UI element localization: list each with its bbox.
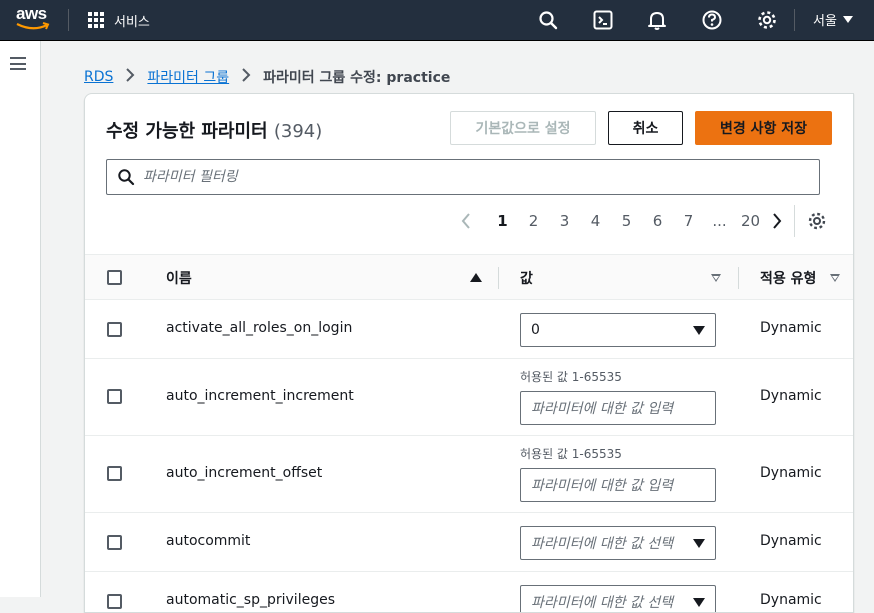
value-select-placeholder: 파라미터에 대한 값 선택 bbox=[531, 536, 674, 552]
parameter-name: auto_increment_offset bbox=[166, 465, 323, 481]
reset-to-default-button[interactable]: 기본값으로 설정 bbox=[450, 111, 596, 145]
page-20-button[interactable]: 20 bbox=[735, 210, 766, 232]
services-label: 서비스 bbox=[114, 14, 150, 30]
apply-type: Dynamic bbox=[760, 592, 822, 608]
breadcrumb-rds-link[interactable]: RDS bbox=[84, 69, 113, 85]
sort-descending-icon[interactable] bbox=[830, 274, 840, 282]
table-row[interactable]: automatic_sp_privileges 파라미터에 대한 값 선택 Dy… bbox=[85, 572, 853, 612]
value-select[interactable]: 파라미터에 대한 값 선택 bbox=[520, 526, 716, 560]
value-select-text: 0 bbox=[531, 322, 540, 338]
filter-input[interactable] bbox=[143, 169, 793, 185]
value-input-placeholder: 파라미터에 대한 값 입력 bbox=[531, 401, 674, 417]
aws-logo[interactable]: aws bbox=[16, 5, 52, 33]
region-selector[interactable]: 서울 bbox=[813, 10, 853, 29]
value-select[interactable]: 파라미터에 대한 값 선택 bbox=[520, 585, 716, 612]
column-header-apply-type[interactable]: 적용 유형 bbox=[760, 255, 840, 301]
parameter-filter[interactable] bbox=[106, 159, 820, 195]
table-row[interactable]: activate_all_roles_on_login 0 Dynamic bbox=[85, 300, 853, 359]
row-checkbox[interactable] bbox=[107, 535, 122, 550]
page-5-button[interactable]: 5 bbox=[611, 210, 642, 232]
previous-page-icon[interactable] bbox=[457, 210, 475, 232]
table-header: 이름 값 적용 유형 bbox=[85, 254, 853, 301]
table-row[interactable]: auto_increment_offset 허용된 값 1-65535 파라미터… bbox=[85, 436, 853, 513]
menu-hamburger-icon[interactable] bbox=[10, 57, 26, 70]
parameter-name: activate_all_roles_on_login bbox=[166, 320, 353, 336]
column-name-label: 이름 bbox=[166, 271, 192, 287]
page-7-button[interactable]: 7 bbox=[673, 210, 704, 232]
value-select[interactable]: 0 bbox=[520, 313, 716, 347]
chevron-right-icon bbox=[241, 68, 251, 86]
parameter-name: automatic_sp_privileges bbox=[166, 592, 335, 608]
select-all-checkbox[interactable] bbox=[107, 270, 122, 285]
page-6-button[interactable]: 6 bbox=[642, 210, 673, 232]
pagination: 1 2 3 4 5 6 7 ... 20 bbox=[457, 210, 786, 232]
column-divider bbox=[738, 267, 739, 289]
apply-type: Dynamic bbox=[760, 388, 822, 404]
sort-ascending-icon[interactable] bbox=[470, 273, 482, 282]
apply-type: Dynamic bbox=[760, 320, 822, 336]
column-header-value[interactable]: 값 bbox=[520, 255, 720, 301]
table-preferences-gear-icon[interactable] bbox=[807, 211, 827, 231]
column-header-name[interactable]: 이름 bbox=[166, 255, 486, 301]
value-input[interactable]: 파라미터에 대한 값 입력 bbox=[520, 391, 716, 425]
column-apply-type-label: 적용 유형 bbox=[760, 271, 817, 287]
table-row[interactable]: auto_increment_increment 허용된 값 1-65535 파… bbox=[85, 359, 853, 436]
editable-parameters-panel: 수정 가능한 파라미터 (394) 기본값으로 설정 취소 변경 사항 저장 1… bbox=[84, 93, 854, 613]
aws-logo-text: aws bbox=[16, 4, 47, 23]
breadcrumb-current: 파라미터 그룹 수정: practice bbox=[263, 70, 451, 86]
pagination-divider bbox=[794, 205, 795, 237]
services-menu-button[interactable]: 서비스 bbox=[88, 10, 150, 30]
value-input-placeholder: 파라미터에 대한 값 입력 bbox=[531, 478, 674, 494]
parameter-count: (394) bbox=[273, 121, 323, 142]
allowed-values-hint: 허용된 값 1-65535 bbox=[520, 370, 622, 384]
page-3-button[interactable]: 3 bbox=[549, 210, 580, 232]
row-checkbox[interactable] bbox=[107, 466, 122, 481]
page-2-button[interactable]: 2 bbox=[518, 210, 549, 232]
parameter-name: autocommit bbox=[166, 533, 251, 549]
caret-down-icon bbox=[842, 16, 853, 23]
caret-down-icon bbox=[693, 597, 705, 607]
region-label: 서울 bbox=[813, 14, 837, 29]
page-1-button[interactable]: 1 bbox=[487, 210, 518, 232]
save-changes-button[interactable]: 변경 사항 저장 bbox=[695, 111, 832, 145]
cloudshell-icon[interactable] bbox=[592, 9, 614, 31]
services-grid-icon bbox=[88, 12, 104, 28]
row-checkbox[interactable] bbox=[107, 322, 122, 337]
search-icon[interactable] bbox=[537, 9, 559, 31]
breadcrumb-parameter-groups-link[interactable]: 파라미터 그룹 bbox=[147, 67, 229, 87]
value-select-placeholder: 파라미터에 대한 값 선택 bbox=[531, 595, 674, 611]
value-input[interactable]: 파라미터에 대한 값 입력 bbox=[520, 468, 716, 502]
cancel-button[interactable]: 취소 bbox=[608, 111, 683, 145]
caret-down-icon bbox=[693, 538, 705, 548]
topbar-divider bbox=[794, 9, 795, 31]
caret-down-icon bbox=[693, 325, 705, 335]
sort-descending-icon[interactable] bbox=[711, 274, 721, 282]
topbar-divider bbox=[68, 9, 69, 31]
page-ellipsis: ... bbox=[712, 212, 727, 230]
apply-type: Dynamic bbox=[760, 465, 822, 481]
column-value-label: 값 bbox=[520, 271, 533, 287]
help-icon[interactable] bbox=[701, 9, 723, 31]
panel-title: 수정 가능한 파라미터 (394) bbox=[106, 117, 322, 143]
side-navigation bbox=[0, 41, 41, 597]
panel-title-text: 수정 가능한 파라미터 bbox=[106, 121, 268, 142]
chevron-right-icon bbox=[125, 68, 135, 86]
settings-gear-icon[interactable] bbox=[756, 9, 778, 31]
apply-type: Dynamic bbox=[760, 533, 822, 549]
search-icon bbox=[118, 169, 135, 186]
next-page-icon[interactable] bbox=[768, 210, 786, 232]
aws-smile-icon bbox=[16, 22, 50, 30]
column-divider bbox=[498, 267, 499, 289]
table-row[interactable]: autocommit 파라미터에 대한 값 선택 Dynamic bbox=[85, 513, 853, 572]
notifications-bell-icon[interactable] bbox=[646, 9, 668, 31]
breadcrumb: RDS 파라미터 그룹 파라미터 그룹 수정: practice bbox=[84, 67, 450, 87]
allowed-values-hint: 허용된 값 1-65535 bbox=[520, 447, 622, 461]
row-checkbox[interactable] bbox=[107, 594, 122, 609]
row-checkbox[interactable] bbox=[107, 389, 122, 404]
page-4-button[interactable]: 4 bbox=[580, 210, 611, 232]
top-navigation-bar: aws 서비스 서울 bbox=[0, 0, 874, 41]
parameter-name: auto_increment_increment bbox=[166, 388, 354, 404]
